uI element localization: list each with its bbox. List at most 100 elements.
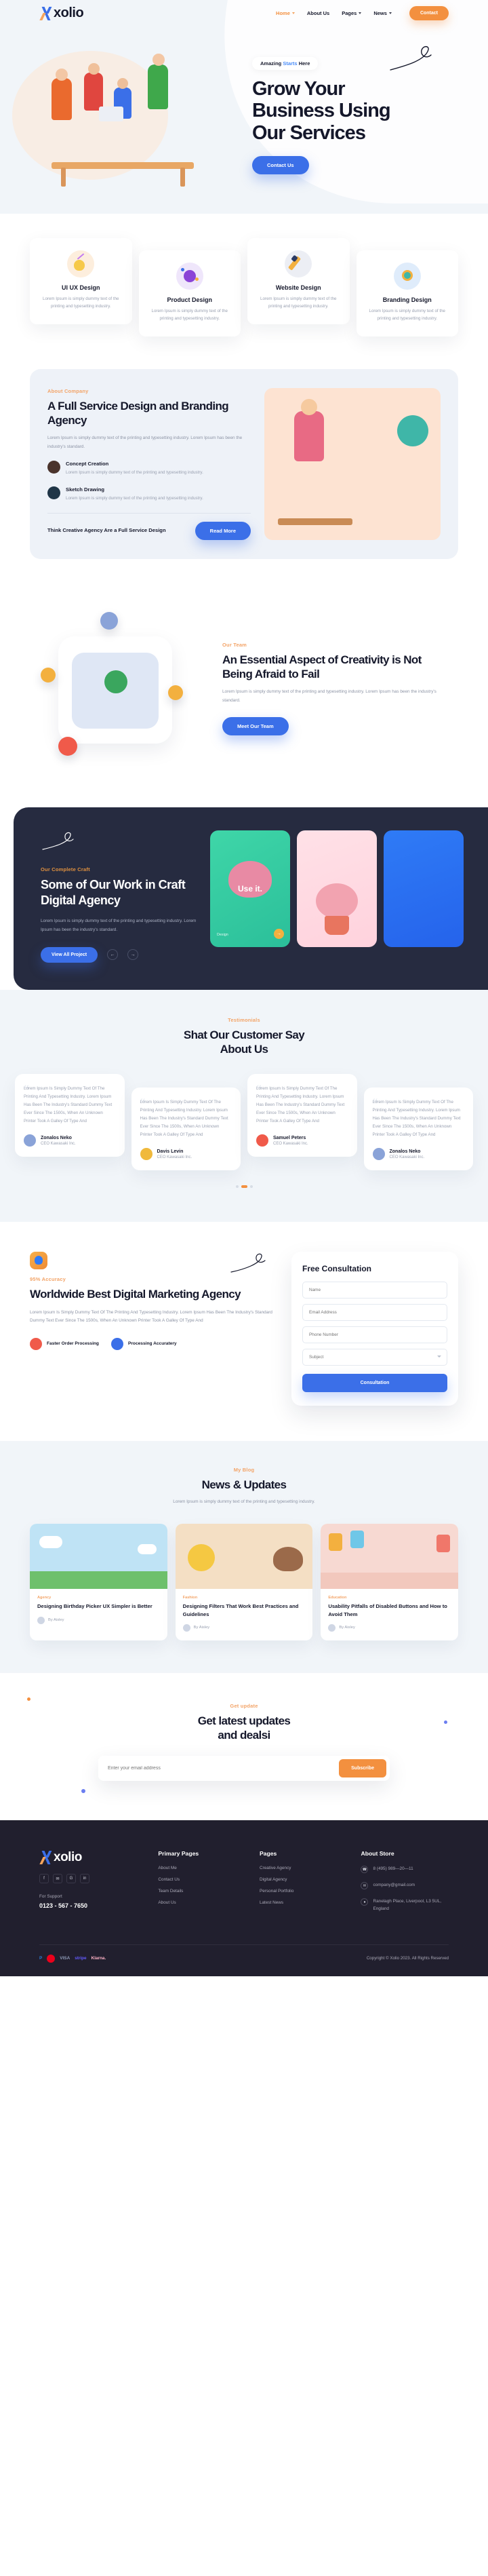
nav-item-home-label: Home (276, 10, 290, 16)
portfolio-card-2[interactable] (297, 830, 377, 948)
footer-contact-phone[interactable]: ☎ 8 (495) 989—20—11 (361, 1866, 449, 1874)
nav-item-home[interactable]: Home (276, 10, 295, 16)
service-desc: Lorem Ipsum is simply dummy text of the … (369, 309, 445, 321)
portfolio-card-1[interactable]: Use it. Design → (210, 830, 290, 948)
service-desc: Lorem Ipsum is simply dummy text of the … (43, 296, 119, 309)
prev-arrow-icon[interactable]: ← (107, 949, 119, 960)
testimonial-card[interactable]: “ Lorem Ipsum Is Simply Dummy Text Of Th… (15, 1074, 125, 1157)
artist-head (301, 398, 317, 415)
about-feature-sketch-drawing: Sketch Drawing Lorem Ipsum is simply dum… (47, 486, 251, 502)
google-plus-icon[interactable]: G (66, 1874, 76, 1884)
nav-item-news[interactable]: News (373, 10, 392, 16)
service-card-product-design[interactable]: Product Design Lorem Ipsum is simply dum… (138, 250, 241, 337)
testimonial-card[interactable]: “ Lorem Ipsum Is Simply Dummy Text Of Th… (363, 1088, 473, 1171)
blog-image (175, 1524, 313, 1590)
meet-our-team-button[interactable]: Meet Our Team (222, 717, 289, 736)
footer-link-creative-agency[interactable]: Creative Agency (260, 1866, 348, 1870)
feature-title: Concept Creation (66, 461, 109, 467)
newsletter-title: Get latest updates and dealsi (129, 1714, 359, 1743)
view-all-project-button[interactable]: View All Project (41, 946, 98, 963)
team-avatar-center (104, 670, 127, 694)
footer-link-about-us[interactable]: About Us (158, 1900, 246, 1905)
footer-email-text: company@gmail.com (373, 1883, 415, 1888)
hero-badge: Amazing Starts Here (252, 57, 319, 70)
blog-card[interactable]: Fashion Designing Filters That Work Best… (175, 1524, 313, 1640)
phone-icon: ☎ (361, 1866, 369, 1874)
name-field[interactable] (302, 1282, 447, 1299)
subscribe-button[interactable]: Subscribe (339, 1759, 386, 1778)
carousel-dots[interactable] (0, 1185, 488, 1189)
service-card-website-design[interactable]: Website Design Lorem Ipsum is simply dum… (247, 238, 350, 324)
marketing-title: Worldwide Best Digital Marketing Agency (30, 1288, 241, 1301)
stripe-icon: stripe (75, 1956, 87, 1961)
facebook-icon[interactable]: f (39, 1874, 49, 1884)
avatar (372, 1148, 385, 1161)
avatar (182, 1623, 190, 1632)
feature-title: Faster Order Processing (47, 1341, 99, 1346)
testimonial-card[interactable]: “ Lorem Ipsum Is Simply Dummy Text Of Th… (131, 1088, 241, 1171)
team-photo (72, 653, 159, 729)
subject-select[interactable] (302, 1349, 447, 1366)
footer-contact-email[interactable]: ✉ company@gmail.com (361, 1882, 449, 1890)
team-title: An Essential Aspect of Creativity is Not… (222, 653, 422, 681)
person-red-head (88, 63, 100, 75)
footer-logo[interactable]: xolio (39, 1850, 144, 1865)
carousel-dot[interactable] (249, 1185, 253, 1189)
footer-link-team-details[interactable]: Team Details (158, 1889, 246, 1893)
blog-category: Fashion (182, 1596, 198, 1600)
email-field[interactable] (302, 1304, 447, 1322)
testimonial-role: CEO Kawasaki Inc. (157, 1155, 192, 1159)
marketing-eyebrow: 95% Accuracy (30, 1276, 66, 1283)
consultation-submit-button[interactable]: Consultation (302, 1374, 447, 1393)
avatar (37, 1616, 45, 1624)
logo-x-icon (39, 1851, 53, 1865)
footer: xolio f ✉ G in For Support 0123 - 567 - … (0, 1820, 488, 1976)
tree-graphic (316, 883, 358, 919)
linkedin-icon[interactable]: in (80, 1874, 89, 1884)
newsletter-email-input[interactable] (98, 1759, 340, 1778)
service-card-ui-ux-design[interactable]: UI UX Design Lorem Ipsum is simply dummy… (30, 238, 132, 324)
about-panel: About Company A Full Service Design and … (30, 368, 458, 560)
footer-link-contact-us[interactable]: Contact Us (158, 1877, 246, 1882)
read-more-button[interactable]: Read More (195, 522, 251, 541)
hero-contact-us-button[interactable]: Contact Us (252, 156, 309, 175)
portfolio-card-3[interactable] (384, 830, 464, 948)
subject-select-wrapper (302, 1349, 447, 1371)
phone-field[interactable] (302, 1326, 447, 1344)
nav-item-pages-label: Pages (342, 10, 357, 16)
squiggle-icon (230, 1254, 266, 1273)
chevron-down-icon (359, 12, 362, 14)
testimonial-name: Zonalos Neko (389, 1149, 421, 1154)
nav-item-about-us[interactable]: About Us (307, 10, 329, 16)
nav-contact-button[interactable]: Contact (409, 6, 449, 20)
portfolio-card-1-arrow-icon[interactable]: → (274, 929, 284, 940)
avatar (24, 1134, 36, 1147)
carousel-dot-active[interactable] (241, 1185, 247, 1189)
footer-pages-column: Pages Creative Agency Digital Agency Per… (260, 1850, 348, 1921)
testimonial-name: Zonalos Neko (41, 1135, 72, 1140)
twitter-icon[interactable]: ✉ (53, 1874, 62, 1884)
logo[interactable]: xolio (39, 5, 84, 21)
divider (47, 513, 251, 514)
next-arrow-icon[interactable]: → (127, 949, 139, 960)
blog-category: Education (328, 1596, 347, 1600)
nav-item-pages[interactable]: Pages (342, 10, 362, 16)
footer-link-about-me[interactable]: About Me (158, 1866, 246, 1870)
footer-link-latest-news[interactable]: Latest News (260, 1900, 348, 1905)
footer-link-personal-portfolio[interactable]: Personal Portfolio (260, 1889, 348, 1893)
blog-card[interactable]: Agency Designing Birthday Picker UX Simp… (30, 1524, 167, 1640)
location-pin-icon: ● (361, 1898, 369, 1906)
footer-link-digital-agency[interactable]: Digital Agency (260, 1877, 348, 1882)
molecule-icon (176, 263, 203, 290)
globe-bulb-icon (393, 263, 421, 290)
testimonial-author: Zonalos Neko CEO Kawasaki Inc. (372, 1148, 465, 1161)
testimonial-card[interactable]: “ Lorem Ipsum Is Simply Dummy Text Of Th… (247, 1074, 357, 1157)
sparkle-dot (81, 1789, 85, 1794)
desk-leg-right (180, 168, 185, 187)
testimonial-name: Samuel Peters (273, 1135, 306, 1140)
footer-contact-address: ● Ranelagh Place, Liverpool, L3 5UL, Eng… (361, 1898, 449, 1912)
carousel-dot[interactable] (235, 1185, 239, 1189)
blog-card[interactable]: Education Usability Pitfalls of Disabled… (321, 1524, 459, 1640)
service-card-branding-design[interactable]: Branding Design Lorem Ipsum is simply du… (356, 250, 458, 337)
blog-meta: By Aisley (182, 1623, 306, 1632)
